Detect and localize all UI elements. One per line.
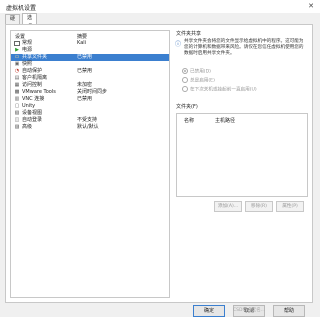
item-name: 自动登录 [22, 117, 43, 123]
item-name: 电源 [22, 47, 33, 53]
unity-icon: ▢ [14, 103, 20, 109]
window-title: 虚拟机设置 [6, 5, 37, 12]
snapshot-icon: ▣ [14, 61, 20, 67]
folders-title: 文件夹(F) [176, 104, 198, 110]
item-name: 客户机隔离 [22, 75, 48, 81]
item-name: 访问控制 [22, 82, 43, 88]
list-item-vnc[interactable]: ▥ VNC 连接 已禁用 [11, 96, 169, 103]
radio-label: 在下次关机或挂起前一直启用(U) [190, 87, 257, 93]
list-item-snapshots[interactable]: ▣ 快照 [11, 61, 169, 68]
title-bar: 虚拟机设置 ✕ [0, 0, 320, 13]
list-item-advanced[interactable]: ▨ 高级 默认/默认 [11, 124, 169, 131]
radio-disabled[interactable]: 已禁用(D) [182, 68, 211, 75]
radio-always-enabled[interactable]: 总是启用(E) [182, 77, 215, 84]
radio-dot-icon [182, 68, 188, 74]
tab-hardware[interactable]: 硬件 [5, 14, 21, 31]
list-item-autologin[interactable]: ◫ 自动登录 不受支持 [11, 117, 169, 124]
column-host-path: 主机路径 [215, 118, 236, 124]
watermark: CSDN @无名… [233, 308, 266, 313]
item-name: Unity [22, 103, 36, 109]
info-icon: ⓘ [175, 41, 182, 48]
list-header: 设置 摘要 [11, 31, 169, 40]
item-summary: 关闭时间同步 [77, 89, 108, 95]
list-item-general[interactable]: 常规 Kali [11, 40, 169, 47]
tab-options[interactable]: 选项 [22, 13, 38, 30]
header-summary: 摘要 [77, 34, 88, 40]
item-summary: 已禁用 [77, 96, 93, 102]
item-summary: 不受支持 [77, 117, 98, 123]
radio-label: 总是启用(E) [190, 78, 215, 84]
advanced-icon: ▨ [14, 124, 20, 130]
autoprotect-icon: ◔ [14, 68, 20, 74]
item-name: VMware Tools [22, 89, 56, 95]
list-item-power[interactable]: ▶ 电源 [11, 47, 169, 54]
remove-button[interactable]: 移除(R) [245, 201, 273, 212]
radio-until-poweroff[interactable]: 在下次关机或挂起前一直启用(U) [182, 86, 257, 93]
radio-dot-icon [182, 77, 188, 83]
sharing-description: 共享文件夹会将您的文件显示给虚拟机中的程序。这可能为您的计算机和数据带来风险。请… [184, 39, 304, 56]
column-name: 名称 [184, 118, 195, 124]
item-name: 共享文件夹 [22, 54, 48, 60]
ok-button[interactable]: 确定 [193, 305, 225, 317]
item-name: VNC 连接 [22, 96, 45, 102]
shared-folder-icon: ▭ [14, 54, 20, 60]
general-icon [14, 41, 20, 46]
item-name: 设备视图 [22, 110, 43, 116]
folders-table[interactable]: 名称 主机路径 [176, 113, 308, 197]
power-icon: ▶ [15, 47, 19, 53]
add-button[interactable]: 添加(A)... [214, 201, 242, 212]
list-item-device-view[interactable]: ▧ 设备视图 [11, 110, 169, 117]
item-summary: 默认/默认 [77, 124, 99, 130]
vnc-icon: ▥ [14, 96, 20, 102]
isolation-icon: ▤ [14, 75, 20, 81]
radio-label: 已禁用(D) [190, 69, 211, 75]
list-item-vmware-tools[interactable]: ▩ VMware Tools 关闭时间同步 [11, 89, 169, 96]
item-summary: 未加密 [77, 82, 93, 88]
properties-button[interactable]: 属性(P) [276, 201, 304, 212]
vmware-tools-icon: ▩ [14, 89, 20, 95]
item-summary: 已禁用 [77, 68, 93, 74]
list-item-isolation[interactable]: ▤ 客户机隔离 [11, 75, 169, 82]
item-summary: 已禁用 [77, 54, 93, 60]
header-setting: 设置 [15, 34, 26, 40]
device-view-icon: ▧ [14, 110, 20, 116]
help-button[interactable]: 帮助 [273, 305, 305, 317]
autologin-icon: ◫ [14, 117, 20, 123]
list-item-access-control[interactable]: ▦ 访问控制 未加密 [11, 82, 169, 89]
list-item-shared-folders[interactable]: ▭ 共享文件夹 已禁用 [11, 54, 169, 61]
settings-list[interactable]: 设置 摘要 常规 Kali ▶ 电源 ▭ 共享文件夹 已禁用 ▣ 快照 ◔ 自动… [10, 30, 170, 298]
access-control-icon: ▦ [14, 82, 20, 88]
item-name: 高级 [22, 124, 33, 130]
item-name: 快照 [22, 61, 33, 67]
item-name: 常规 [22, 40, 33, 46]
options-panel: 设置 摘要 常规 Kali ▶ 电源 ▭ 共享文件夹 已禁用 ▣ 快照 ◔ 自动… [5, 24, 313, 303]
item-summary: Kali [77, 40, 87, 46]
item-name: 自动保护 [22, 68, 43, 74]
list-item-unity[interactable]: ▢ Unity [11, 103, 169, 110]
radio-dot-icon [182, 86, 188, 92]
folder-sharing-title: 文件夹共享 [176, 31, 202, 37]
close-icon[interactable]: ✕ [308, 2, 314, 10]
list-item-autoprotect[interactable]: ◔ 自动保护 已禁用 [11, 68, 169, 75]
